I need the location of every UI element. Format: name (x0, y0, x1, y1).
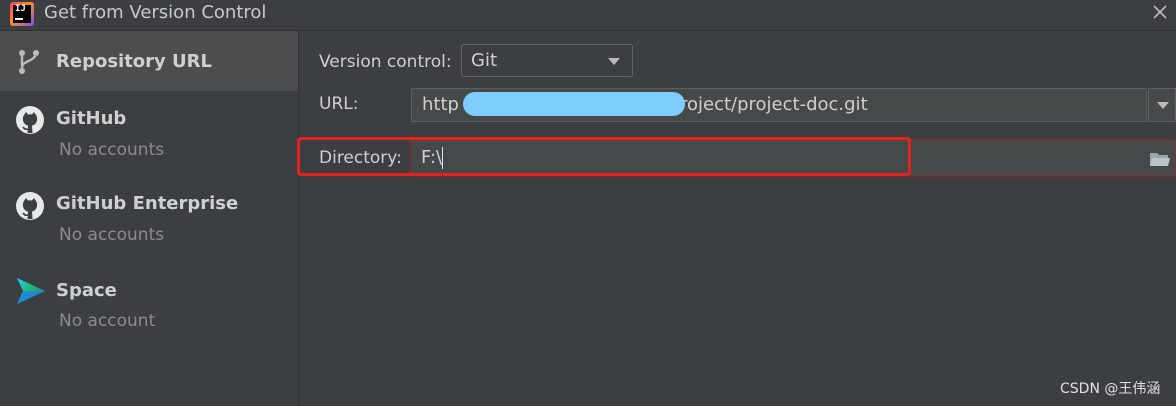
version-control-label: Version control: (319, 52, 452, 72)
vcs-branch-icon (15, 47, 45, 77)
title-bar: IJ Get from Version Control (0, 0, 1176, 31)
close-icon[interactable] (1150, 2, 1170, 22)
version-control-value: Git (471, 50, 498, 71)
intellij-app-icon: IJ (10, 2, 34, 26)
watermark: CSDN @王伟涵 (1060, 381, 1161, 397)
redaction-mark (463, 92, 685, 116)
url-value-end: roject/project-doc.git (680, 94, 868, 115)
url-value-start: http (422, 94, 459, 115)
github-icon (15, 105, 45, 135)
sidebar-item-label: Space (56, 280, 117, 301)
chevron-down-icon (1157, 102, 1169, 109)
url-label: URL: (319, 94, 359, 114)
sidebar-item-repository-url[interactable]: Repository URL (0, 31, 298, 91)
sidebar-item-github-enterprise[interactable]: GitHub Enterprise No accounts (0, 176, 298, 261)
sidebar-item-label: Repository URL (56, 51, 212, 72)
sidebar-item-sublabel: No accounts (59, 225, 165, 245)
url-history-dropdown[interactable] (1148, 88, 1176, 122)
sidebar: Repository URL GitHub No accounts GitHub… (0, 31, 299, 406)
window-title: Get from Version Control (44, 2, 267, 23)
sidebar-item-label: GitHub Enterprise (56, 193, 239, 214)
sidebar-item-github[interactable]: GitHub No accounts (0, 91, 298, 176)
space-icon (15, 275, 45, 305)
version-control-select[interactable]: Git (461, 44, 633, 77)
sidebar-item-space[interactable]: Space No account (0, 261, 298, 346)
github-icon (15, 191, 45, 221)
sidebar-item-label: GitHub (56, 108, 127, 129)
sidebar-item-sublabel: No accounts (59, 140, 165, 160)
chevron-down-icon (608, 58, 620, 65)
sidebar-item-sublabel: No account (59, 311, 156, 331)
folder-browse-icon[interactable] (1149, 150, 1171, 168)
annotation-highlight-box (297, 137, 911, 176)
